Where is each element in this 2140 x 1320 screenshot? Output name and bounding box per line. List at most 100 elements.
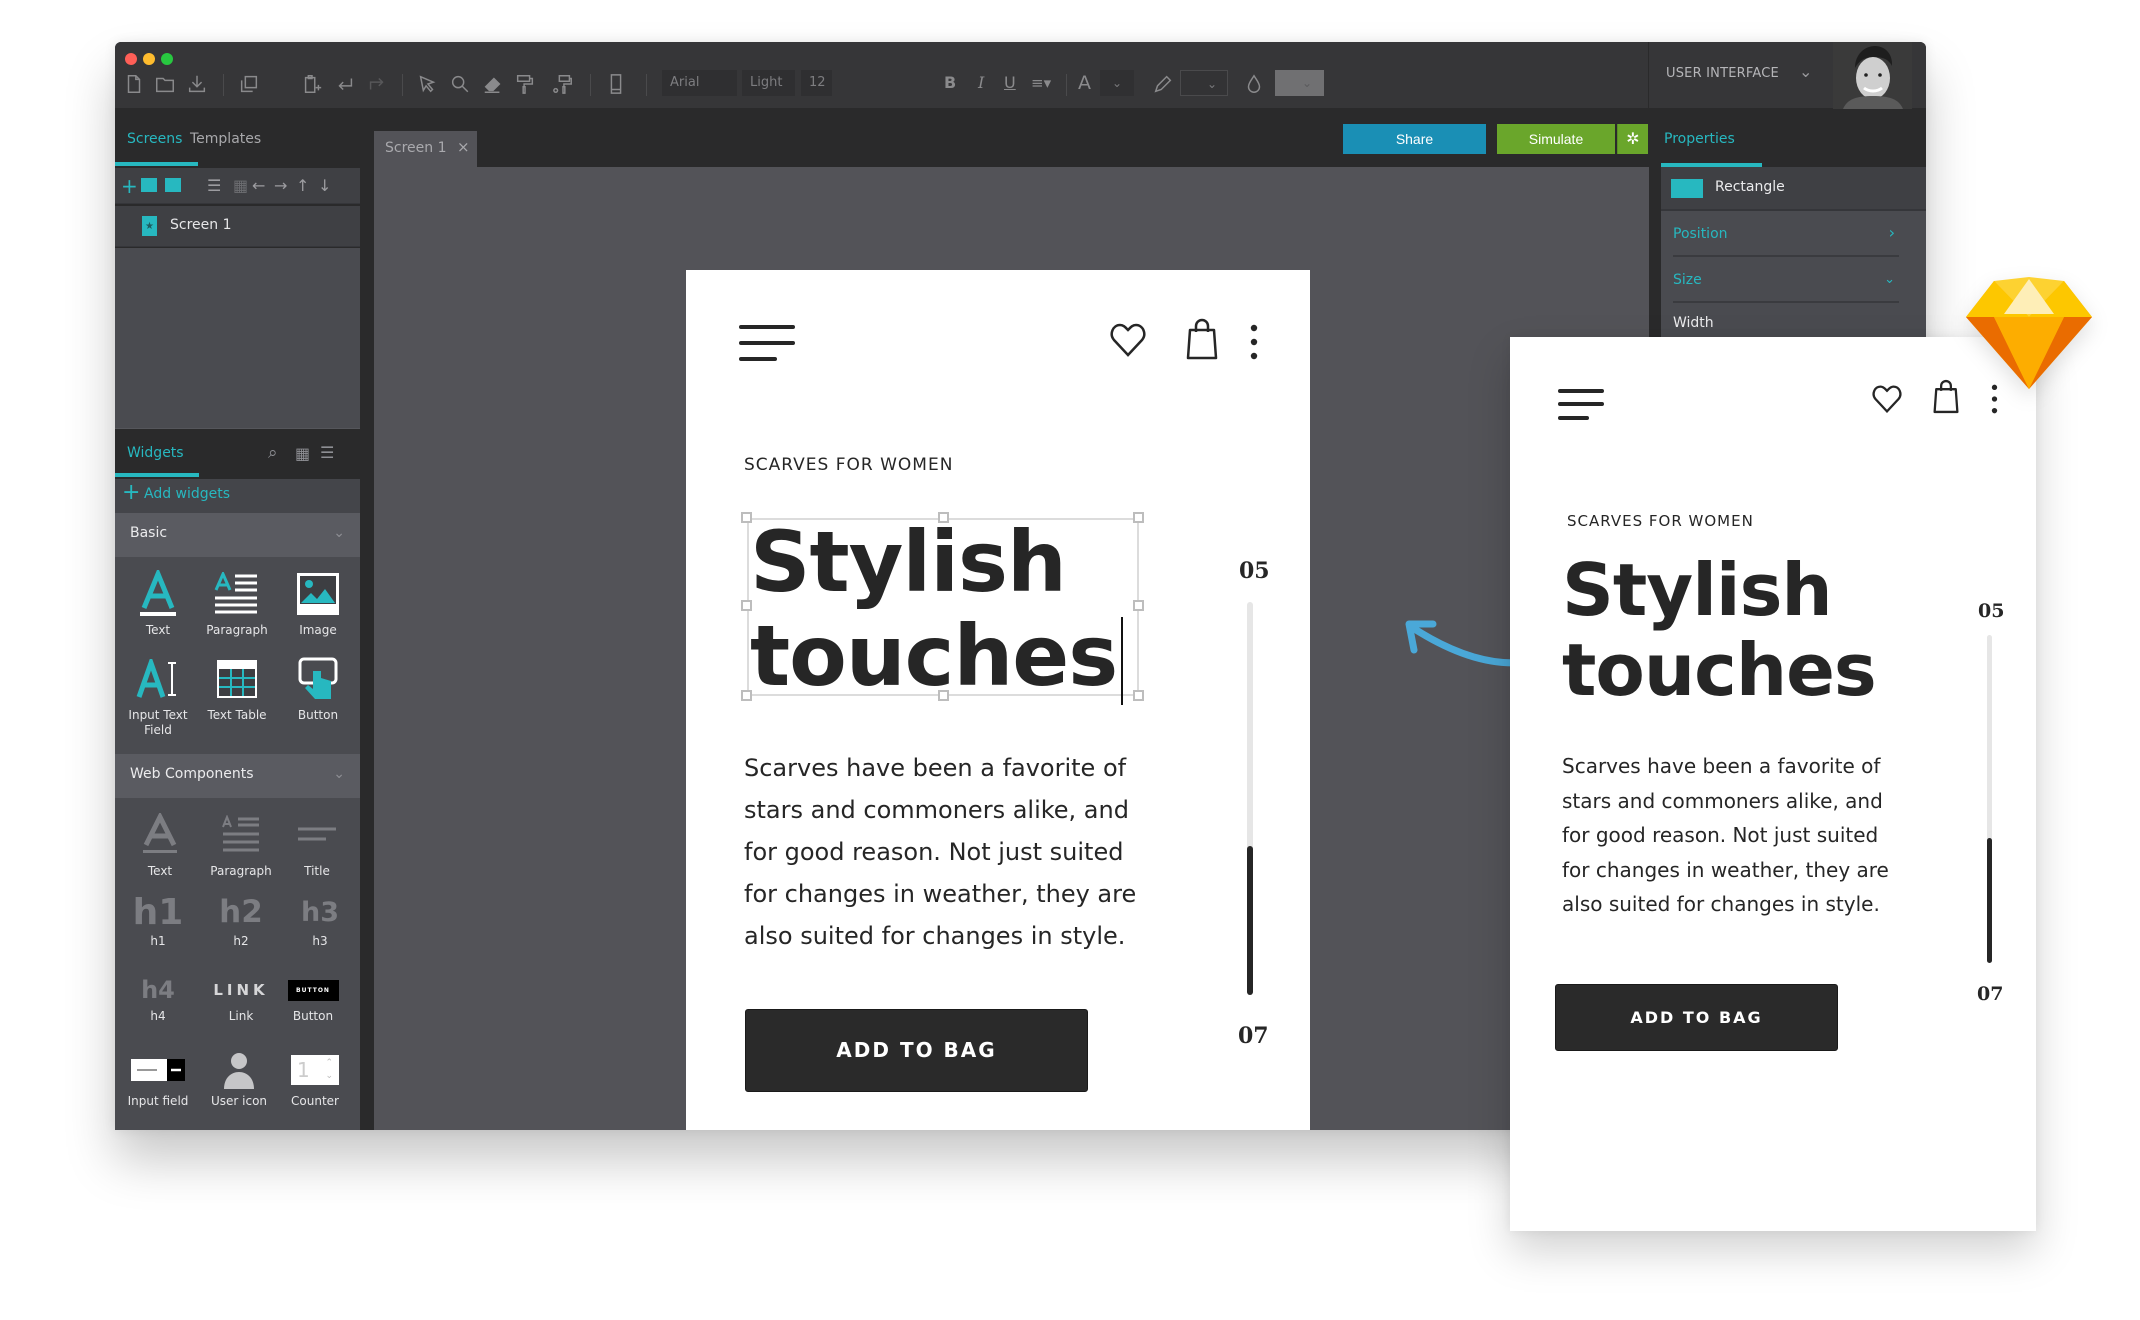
widget-input-field[interactable]: Input field (118, 1050, 198, 1109)
tab-screens[interactable]: Screens (127, 131, 182, 147)
share-button[interactable]: Share (1343, 124, 1486, 154)
section-size[interactable]: Size ⌄ (1673, 259, 1899, 303)
category-web-components[interactable]: Web Components ⌄ (115, 754, 360, 798)
widget-h3[interactable]: h3 h3 (280, 894, 360, 949)
pencil-icon[interactable] (1151, 72, 1175, 96)
input-text-icon (118, 654, 198, 704)
project-select[interactable]: USER INTERFACE ⌄ (1648, 42, 1833, 109)
search-icon[interactable]: ⌕ (268, 443, 278, 463)
mobile-device-icon[interactable] (604, 72, 628, 96)
button-icon: BUTTON (287, 979, 339, 1001)
widget-input-text-field[interactable]: Input Text Field (118, 654, 198, 738)
font-weight-select[interactable]: Light (742, 70, 795, 96)
fill-drop-icon[interactable] (1242, 72, 1266, 96)
avatar[interactable] (1833, 42, 1912, 109)
zoom-icon[interactable] (448, 72, 472, 96)
paint-roller-icon[interactable] (513, 72, 537, 96)
screen-name: Screen 1 (170, 217, 232, 233)
widget-user-icon[interactable]: User icon (199, 1050, 279, 1109)
eraser-icon[interactable] (481, 72, 505, 96)
panel-divider[interactable] (360, 109, 374, 1130)
element-color-swatch[interactable] (1671, 179, 1703, 198)
maximize-window-button[interactable] (161, 53, 173, 65)
add-image-screen-icon[interactable] (141, 178, 157, 192)
bold-button[interactable]: B (944, 72, 956, 94)
stroke-color-dropdown[interactable]: ⌄ (1180, 70, 1228, 96)
phone-screen[interactable]: SCARVES FOR WOMEN Stylish touches Scarve… (686, 270, 1310, 1130)
tab-screen-1[interactable]: Screen 1 × (374, 131, 477, 167)
close-icon[interactable]: × (457, 138, 470, 156)
font-size-field[interactable]: 12 (801, 70, 832, 96)
hamburger-menu-icon (1558, 389, 1604, 420)
simulate-button[interactable]: Simulate (1497, 124, 1615, 154)
heart-icon[interactable] (1110, 323, 1146, 357)
arrow-left-icon[interactable]: ← (252, 176, 265, 196)
headline[interactable]: Stylish touches (750, 515, 1124, 705)
tab-templates[interactable]: Templates (190, 131, 261, 147)
open-folder-icon[interactable] (153, 72, 177, 96)
shopping-bag-icon[interactable] (1186, 318, 1218, 360)
arrow-right-icon[interactable]: → (274, 176, 287, 196)
hamburger-menu-icon[interactable] (739, 325, 795, 361)
widget-link[interactable]: LINK Link (201, 975, 281, 1024)
widget-h4[interactable]: h4 h4 (118, 975, 198, 1024)
align-dropdown[interactable]: ≡▾ (1031, 72, 1051, 94)
italic-button[interactable]: I (978, 72, 984, 94)
font-family-select[interactable]: Arial (662, 70, 737, 96)
body-paragraph[interactable]: Scarves have been a favorite of stars an… (744, 747, 1174, 957)
widget-image[interactable]: Image (278, 569, 358, 638)
duplicate-icon[interactable] (237, 72, 261, 96)
add-to-bag-button[interactable]: ADD TO BAG (745, 1009, 1088, 1092)
widget-h2[interactable]: h2 h2 (201, 894, 281, 949)
text-icon (118, 569, 198, 619)
add-folder-icon[interactable] (165, 178, 181, 192)
download-icon[interactable] (185, 72, 209, 96)
grid-view-icon[interactable]: ▦ (295, 444, 310, 463)
fill-color-dropdown[interactable]: ⌄ (1275, 70, 1324, 96)
section-position[interactable]: Position › (1673, 213, 1899, 257)
widget-counter[interactable]: 1 ⌃ ⌄ Counter (275, 1050, 355, 1109)
pointer-icon[interactable] (415, 72, 439, 96)
gear-icon[interactable]: ✲ (1617, 124, 1648, 154)
widget-text[interactable]: Text (118, 569, 198, 638)
list-view-icon[interactable]: ☰ (320, 443, 334, 462)
redo-icon[interactable] (365, 72, 389, 96)
grid-view-icon[interactable]: ▦ (233, 176, 248, 196)
close-window-button[interactable] (125, 53, 137, 65)
resize-handle[interactable] (1133, 512, 1144, 523)
widget-button[interactable]: Button (278, 654, 358, 723)
tab-widgets[interactable]: Widgets (127, 445, 184, 461)
widget-web-button[interactable]: BUTTON Button (273, 975, 353, 1024)
sketch-preview-card: SCARVES FOR WOMEN Stylish touches Scarve… (1510, 337, 2036, 1231)
progress-slider-fill (1247, 845, 1253, 995)
widget-paragraph[interactable]: Paragraph (197, 569, 277, 638)
progress-slider[interactable] (1247, 602, 1253, 995)
minimize-window-button[interactable] (143, 53, 155, 65)
title-icon (277, 810, 357, 860)
category-basic[interactable]: Basic ⌄ (115, 513, 360, 557)
add-widgets-button[interactable]: + Add widgets (115, 479, 360, 513)
style-roller-icon[interactable] (551, 72, 575, 96)
list-view-icon[interactable]: ☰ (207, 176, 221, 196)
widget-web-text[interactable]: Text (120, 810, 200, 879)
widget-text-table[interactable]: Text Table (197, 654, 277, 723)
new-file-icon[interactable] (122, 72, 146, 96)
tab-properties[interactable]: Properties (1664, 131, 1735, 147)
text-color-dropdown[interactable]: ⌄ (1100, 70, 1134, 96)
text-color-icon[interactable]: A (1078, 72, 1091, 94)
more-vertical-icon[interactable] (1250, 324, 1258, 360)
arrow-up-icon[interactable]: ↑ (296, 176, 309, 196)
toolbar: Arial Light 12 B I U ≡▾ A ⌄ ⌄ ⌄ USER INT… (115, 42, 1926, 109)
add-screen-icon[interactable]: + (121, 176, 138, 196)
screen-list-item[interactable]: ★ Screen 1 (115, 206, 360, 247)
undo-icon[interactable] (333, 72, 357, 96)
widget-h1[interactable]: h1 h1 (118, 892, 198, 949)
star-screen-icon: ★ (142, 216, 157, 236)
resize-handle[interactable] (1133, 600, 1144, 611)
underline-button[interactable]: U (1004, 72, 1016, 94)
paste-add-icon[interactable] (300, 72, 324, 96)
widget-web-paragraph[interactable]: Paragraph (201, 810, 281, 879)
widget-web-title[interactable]: Title (277, 810, 357, 879)
arrow-down-icon[interactable]: ↓ (318, 176, 331, 196)
resize-handle[interactable] (1133, 690, 1144, 701)
